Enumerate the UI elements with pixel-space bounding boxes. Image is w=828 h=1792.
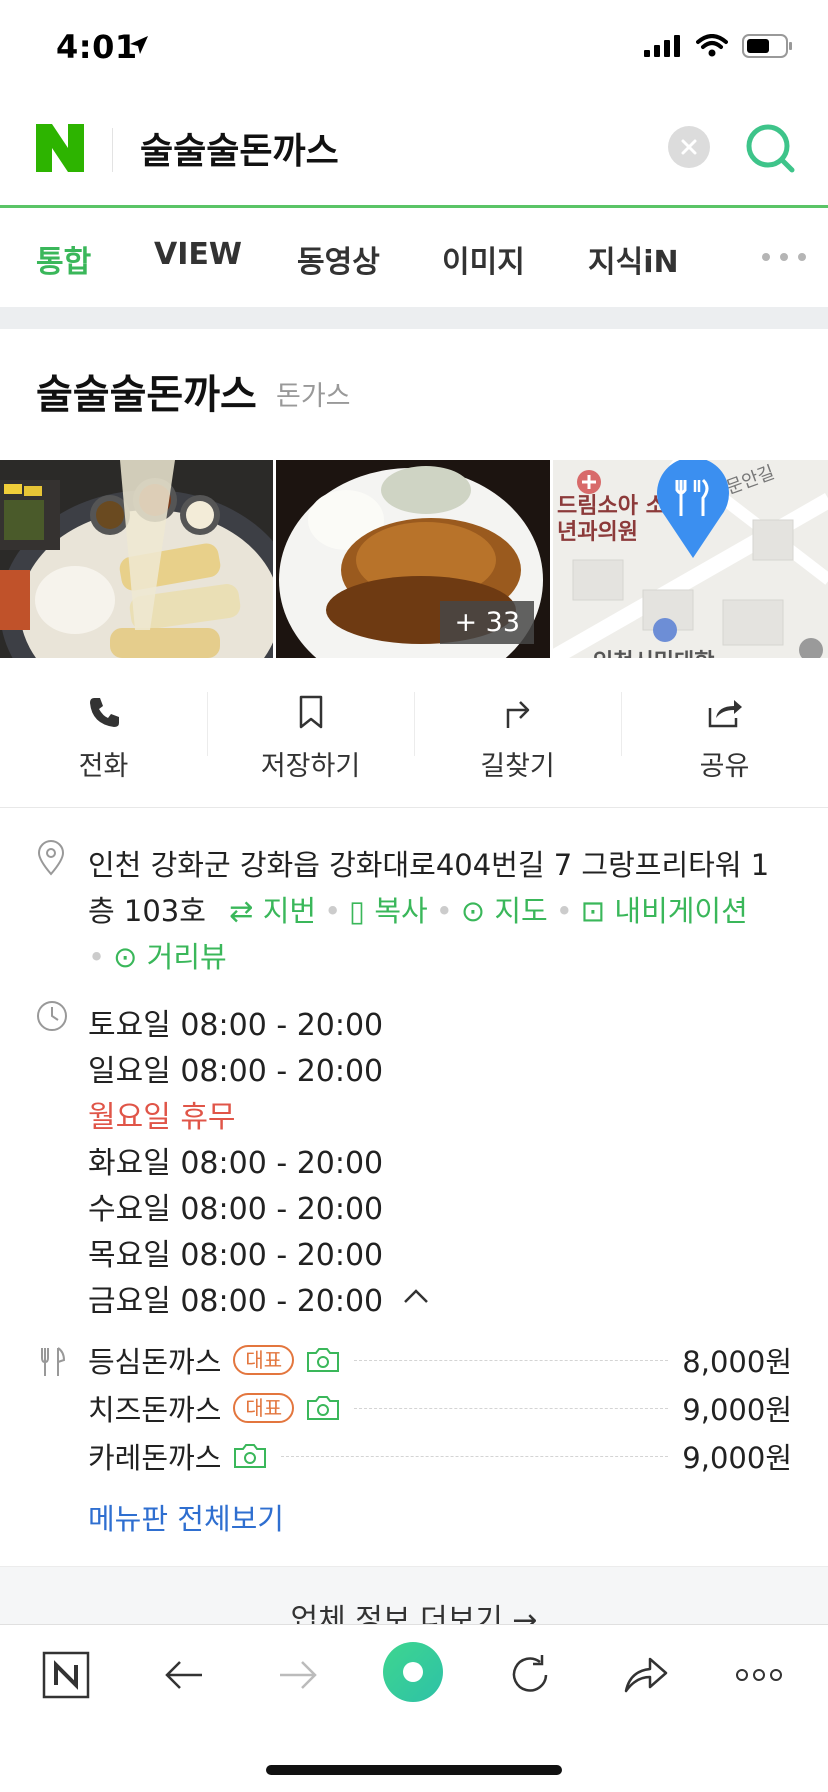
- refresh-icon[interactable]: [506, 1651, 554, 1699]
- camera-icon[interactable]: [306, 1347, 340, 1373]
- address-line-2-row: 층 103호 ⇄ 지번 • ▯ 복사 • ⊙ 지도 • ⊡ 내비게이션: [88, 894, 748, 928]
- map-label-college: 인천시민대학: [593, 644, 714, 658]
- camera-icon[interactable]: [306, 1395, 340, 1421]
- naver-home-icon[interactable]: [42, 1651, 90, 1699]
- hours-saturday: 토요일 08:00 - 20:00: [88, 1008, 384, 1043]
- fork-knife-icon: [41, 1347, 66, 1376]
- tab-image[interactable]: 이미지: [442, 237, 525, 281]
- address-line-1: 인천 강화군 강화읍 강화대로404번길 7 그랑프리타워 1: [88, 848, 770, 882]
- streetview-pin-icon: ⊙: [113, 940, 138, 974]
- directions-icon: [506, 701, 529, 728]
- place-photo-2[interactable]: + 33: [276, 460, 550, 658]
- share-button[interactable]: 공유: [621, 658, 828, 807]
- menu-item: 등심돈까스 대표 8,000원: [88, 1340, 792, 1380]
- call-label: 전화: [78, 751, 129, 782]
- signal-icon: [644, 35, 680, 57]
- status-indicators: [644, 34, 794, 58]
- map-pin-icon: ⊙: [460, 894, 486, 928]
- search-icon[interactable]: [742, 120, 798, 176]
- share-label: 공유: [699, 751, 750, 782]
- menu-item-price: 8,000원: [682, 1345, 792, 1379]
- save-label: 저장하기: [260, 751, 361, 782]
- navigation-link[interactable]: ⊡ 내비게이션: [581, 894, 748, 928]
- location-pin-icon: [37, 840, 65, 876]
- share-arrow-icon[interactable]: [620, 1651, 670, 1699]
- directions-button[interactable]: 길찾기: [414, 658, 621, 807]
- copy-icon: ▯: [349, 894, 366, 928]
- address-line-2: 층 103호: [88, 894, 206, 928]
- menu-item-price: 9,000원: [682, 1393, 792, 1427]
- search-input[interactable]: 술술술돈까스: [140, 122, 339, 174]
- save-button[interactable]: 저장하기: [207, 658, 414, 807]
- menu-leader-line: [354, 1359, 669, 1361]
- place-photo-1[interactable]: [0, 460, 273, 658]
- signature-badge: 대표: [233, 1393, 295, 1423]
- call-button[interactable]: 전화: [0, 658, 207, 807]
- wifi-icon: [696, 34, 728, 57]
- directions-label: 길찾기: [480, 751, 555, 782]
- status-bar: 4:01: [0, 0, 828, 100]
- back-arrow-icon[interactable]: [160, 1651, 208, 1699]
- hours-friday: 금요일 08:00 - 20:00: [88, 1284, 384, 1319]
- menu-item: 카레돈까스 9,000원: [88, 1436, 792, 1476]
- copy-link[interactable]: ▯ 복사: [349, 894, 428, 928]
- search-tabs: 통합 VIEW 동영상 이미지 지식iN: [0, 211, 828, 307]
- tab-knowledge-in[interactable]: 지식iN: [588, 237, 679, 281]
- chevron-up-icon[interactable]: [402, 1286, 430, 1306]
- tab-video[interactable]: 동영상: [297, 237, 380, 281]
- menu-item-name: 치즈돈까스: [88, 1393, 222, 1427]
- map-pin-restaurant-icon: [657, 460, 729, 558]
- menu-leader-line: [281, 1455, 669, 1457]
- place-map-thumbnail[interactable]: 드림소아 소년과의원 문안길 인천시민대학: [553, 460, 828, 658]
- jibun-link[interactable]: ⇄ 지번: [229, 894, 316, 928]
- naver-logo-icon[interactable]: [36, 124, 84, 172]
- search-bar: 술술술돈까스: [0, 100, 828, 208]
- section-separator: [0, 307, 828, 329]
- browser-toolbar: [0, 1624, 828, 1792]
- battery-icon: [742, 34, 792, 58]
- menu-leader-line: [354, 1407, 669, 1409]
- more-menu-icon[interactable]: [734, 1651, 784, 1699]
- menu-item-name: 등심돈까스: [88, 1345, 222, 1379]
- hours-wednesday: 수요일 08:00 - 20:00: [88, 1192, 384, 1227]
- hours-monday-closed: 월요일 휴무: [88, 1100, 236, 1135]
- photo-strip: + 33 드림소아 소년과의원 문안길 인천시민대학: [0, 460, 828, 658]
- hours-thursday: 목요일 08:00 - 20:00: [88, 1238, 384, 1273]
- signature-badge: 대표: [233, 1345, 295, 1375]
- view-full-menu-link[interactable]: 메뉴판 전체보기: [88, 1496, 284, 1538]
- tab-integrated[interactable]: 통합: [36, 237, 91, 281]
- hours-sunday: 일요일 08:00 - 20:00: [88, 1054, 384, 1089]
- status-time: 4:01: [56, 28, 138, 66]
- home-indicator: [266, 1765, 562, 1775]
- streetview-row: • ⊙ 거리뷰: [88, 940, 227, 974]
- place-actions: 전화 저장하기 길찾기 공유: [0, 658, 828, 808]
- map-link[interactable]: ⊙ 지도: [461, 894, 548, 928]
- share-icon: [708, 700, 742, 728]
- more-info-link[interactable]: 업체 정보 더보기 →: [0, 1595, 828, 1626]
- place-category: 돈가스: [276, 381, 351, 412]
- menu-item-name: 카레돈까스: [88, 1441, 222, 1475]
- tabs-more-icon[interactable]: [762, 253, 806, 261]
- green-dot-menu-icon[interactable]: [382, 1641, 444, 1703]
- phone-icon: [89, 698, 119, 727]
- tab-view[interactable]: VIEW: [154, 237, 242, 272]
- menu-item: 치즈돈까스 대표 9,000원: [88, 1388, 792, 1428]
- car-icon: ⊡: [580, 894, 606, 928]
- menu-item-price: 9,000원: [682, 1441, 792, 1475]
- swap-icon: ⇄: [229, 894, 254, 928]
- clock-icon: [37, 1001, 67, 1031]
- streetview-link[interactable]: ⊙ 거리뷰: [113, 940, 227, 974]
- hours-tuesday: 화요일 08:00 - 20:00: [88, 1146, 384, 1181]
- search-divider: [112, 128, 113, 172]
- bookmark-icon: [299, 695, 322, 729]
- photo-more-count[interactable]: + 33: [440, 601, 534, 644]
- clear-search-button[interactable]: [668, 126, 710, 168]
- forward-arrow-icon[interactable]: [274, 1651, 322, 1699]
- place-name[interactable]: 술술술돈까스: [36, 362, 257, 420]
- more-info-band: 업체 정보 더보기 →: [0, 1566, 828, 1626]
- close-icon: [681, 139, 697, 155]
- food-photo-cutlet-cheese: [0, 460, 273, 658]
- location-arrow-icon: [130, 36, 148, 54]
- camera-icon[interactable]: [233, 1443, 267, 1469]
